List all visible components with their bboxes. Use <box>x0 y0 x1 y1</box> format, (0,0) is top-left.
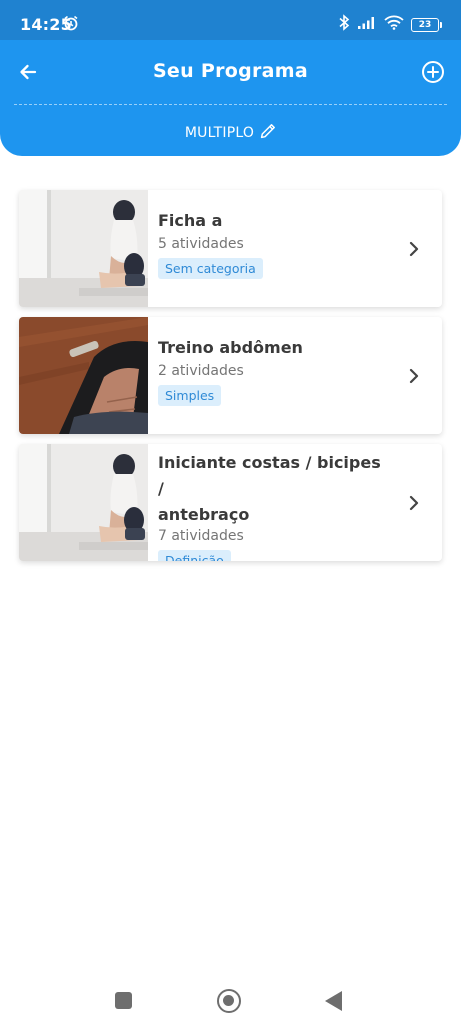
recent-apps-icon[interactable] <box>115 992 132 1009</box>
workout-card[interactable]: Iniciante costas / bicipes / antebraço 7… <box>19 444 442 561</box>
chevron-right-icon <box>408 240 420 262</box>
category-badge: Simples <box>158 385 222 406</box>
card-body: Treino abdômen 2 atividades Simples <box>158 335 392 406</box>
plus-circle-icon <box>421 60 445 88</box>
wifi-icon <box>384 15 404 34</box>
page-title: Seu Programa <box>152 60 309 82</box>
card-body: Iniciante costas / bicipes / antebraço 7… <box>158 450 392 561</box>
activity-count: 5 atividades <box>158 236 244 252</box>
card-body: Ficha a 5 atividades Sem categoria <box>158 208 392 279</box>
workout-title-line2: antebraço <box>158 505 250 524</box>
system-nav-bar <box>0 968 461 1024</box>
status-bar: 14:25 23 <box>0 0 461 40</box>
category-badge: Sem categoria <box>158 258 263 279</box>
workout-list: Ficha a 5 atividades Sem categoria Trein… <box>19 190 442 571</box>
workout-title-line1: Iniciante costas / bicipes / <box>158 453 381 498</box>
workout-thumbnail <box>19 190 148 307</box>
chevron-right-icon <box>408 367 420 389</box>
workout-title: Ficha a <box>158 211 223 230</box>
category-badge: Definição <box>158 550 231 561</box>
chevron-right-icon <box>408 494 420 516</box>
workout-card[interactable]: Treino abdômen 2 atividades Simples <box>19 317 442 434</box>
activity-count: 7 atividades <box>158 528 244 544</box>
header-divider <box>14 104 447 105</box>
program-type-selector[interactable]: MULTIPLO <box>0 123 461 143</box>
workout-title: Iniciante costas / bicipes / antebraço <box>158 450 392 528</box>
home-icon[interactable] <box>217 989 241 1013</box>
workout-card[interactable]: Ficha a 5 atividades Sem categoria <box>19 190 442 307</box>
add-button[interactable] <box>419 60 447 88</box>
workout-title: Treino abdômen <box>158 338 303 357</box>
back-triangle-icon[interactable] <box>325 991 342 1011</box>
bluetooth-icon <box>339 14 350 35</box>
activity-count: 2 atividades <box>158 363 244 379</box>
status-icons: 23 <box>339 14 442 35</box>
program-type-label: MULTIPLO <box>184 125 255 141</box>
app-header: Seu Programa MULTIPLO <box>0 40 461 156</box>
pencil-icon <box>260 123 276 143</box>
battery-icon: 23 <box>411 17 442 32</box>
workout-thumbnail <box>19 444 148 561</box>
workout-thumbnail <box>19 317 148 434</box>
alarm-icon <box>63 15 79 35</box>
signal-icon <box>357 15 377 34</box>
